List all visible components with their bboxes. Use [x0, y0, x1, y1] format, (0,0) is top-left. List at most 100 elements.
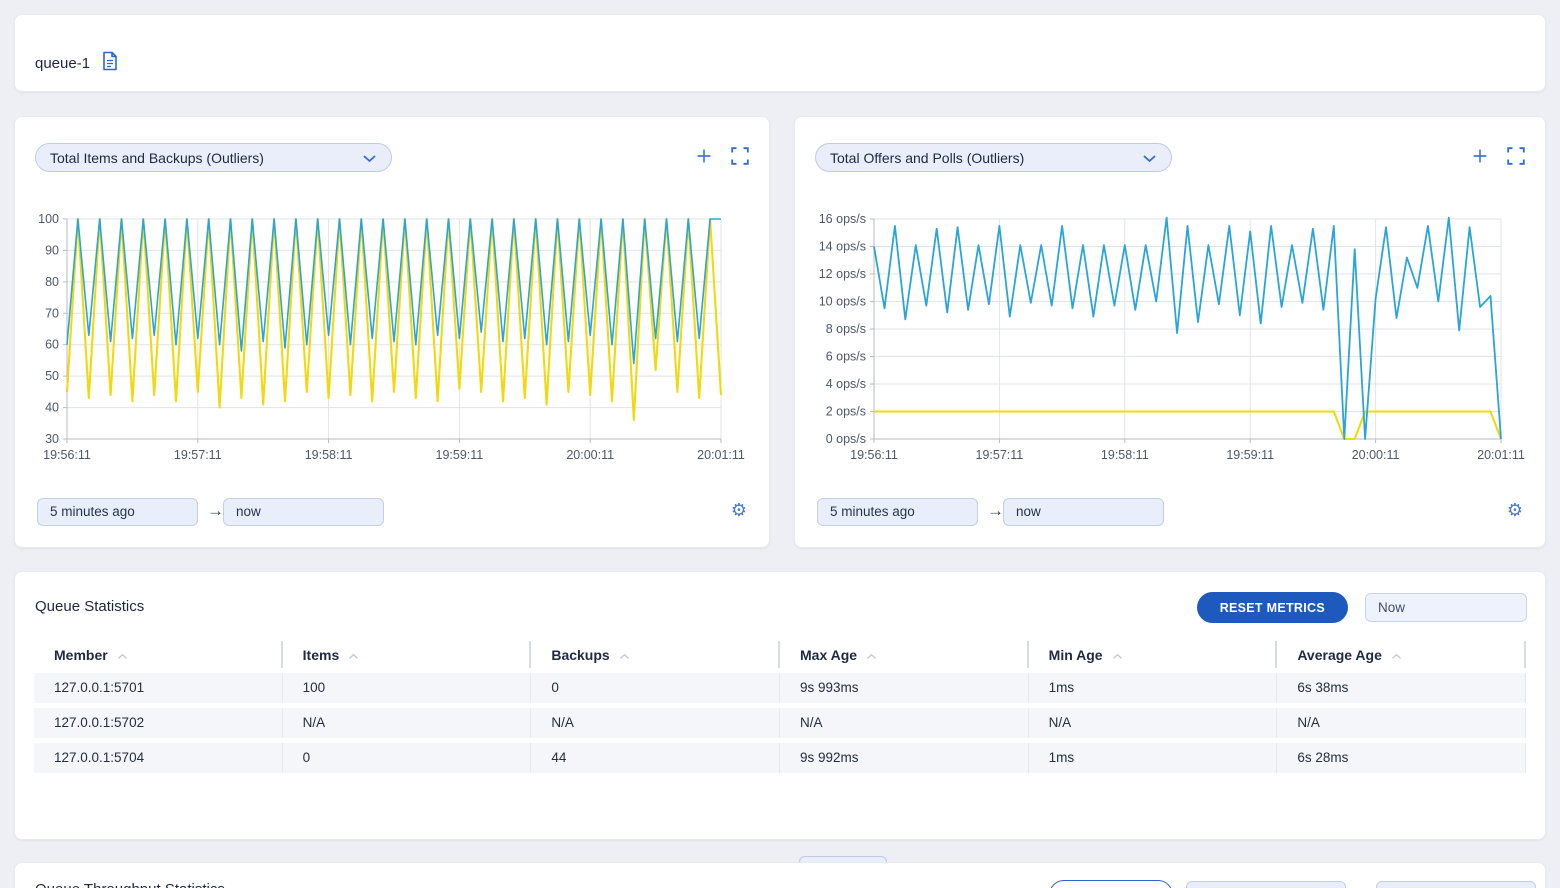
items-backups-chart-card: Total Items and Backups (Outliers) 100 90…	[14, 116, 770, 548]
arrow-right-icon: →	[1356, 883, 1373, 888]
chart-actions	[1472, 147, 1525, 170]
expand-icon[interactable]	[731, 147, 749, 170]
time-to-input[interactable]: now	[1003, 498, 1164, 526]
column-header-member[interactable]: Member	[34, 641, 283, 668]
expand-icon[interactable]	[1507, 147, 1525, 170]
add-chart-icon[interactable]	[696, 148, 712, 169]
metric-select-offers-polls[interactable]: Total Offers and Polls (Outliers)	[815, 143, 1172, 172]
svg-text:50: 50	[45, 369, 59, 383]
queue-name: queue-1	[35, 55, 90, 72]
cell-average-age: N/A	[1277, 708, 1526, 738]
metrics-time-input[interactable]: Now	[1365, 593, 1527, 622]
cell-min-age: 1ms	[1029, 743, 1278, 773]
reset-time-button[interactable]: RESET TIME	[1049, 880, 1173, 888]
metric-select-label: Total Items and Backups (Outliers)	[50, 150, 264, 166]
chart-actions	[696, 147, 749, 170]
add-chart-icon[interactable]	[1472, 148, 1488, 169]
sort-icon	[619, 647, 630, 663]
svg-text:19:57:11: 19:57:11	[976, 448, 1024, 462]
time-from-input[interactable]: the beginning	[1186, 881, 1346, 888]
svg-text:19:59:11: 19:59:11	[436, 448, 484, 462]
column-header-backups[interactable]: Backups	[531, 641, 780, 668]
metric-select-items-backups[interactable]: Total Items and Backups (Outliers)	[35, 143, 392, 172]
line-chart-offers-polls[interactable]: 16 ops/s14 ops/s12 ops/s10 ops/s8 ops/s6…	[809, 209, 1531, 473]
cell-backups: N/A	[531, 708, 780, 738]
time-range-row: 5 minutes ago → now ⚙	[37, 498, 747, 527]
page: queue-1 Total Items and Backups (Outlier…	[0, 0, 1560, 888]
column-header-items[interactable]: Items	[283, 641, 532, 668]
cell-member: 127.0.0.1:5704	[34, 743, 283, 773]
column-header-min-age[interactable]: Min Age	[1029, 641, 1278, 668]
title-card: queue-1	[14, 14, 1546, 92]
svg-text:30: 30	[45, 432, 59, 446]
arrow-right-icon: →	[987, 501, 1004, 521]
cell-items: 100	[283, 673, 532, 703]
svg-text:6 ops/s: 6 ops/s	[826, 350, 866, 364]
cell-items: N/A	[283, 708, 532, 738]
cell-member: 127.0.0.1:5702	[34, 708, 283, 738]
svg-text:0 ops/s: 0 ops/s	[826, 432, 866, 446]
svg-text:80: 80	[45, 275, 59, 289]
svg-text:90: 90	[45, 243, 59, 257]
column-header-average-age[interactable]: Average Age	[1277, 641, 1526, 668]
cell-member: 127.0.0.1:5701	[34, 673, 283, 703]
cell-max-age: N/A	[780, 708, 1029, 738]
svg-text:19:56:11: 19:56:11	[43, 448, 91, 462]
svg-text:20:00:11: 20:00:11	[1352, 448, 1400, 462]
svg-text:4 ops/s: 4 ops/s	[826, 377, 866, 391]
column-header-max-age[interactable]: Max Age	[780, 641, 1029, 668]
offers-polls-chart-card: Total Offers and Polls (Outliers) 16 ops…	[794, 116, 1546, 548]
svg-text:10 ops/s: 10 ops/s	[819, 295, 866, 309]
line-chart-items-backups[interactable]: 1009080706050403019:56:1119:57:1119:58:1…	[29, 209, 755, 473]
time-to-input[interactable]: now	[223, 498, 384, 526]
table-row[interactable]: 127.0.0.1:5704 0 44 9s 992ms 1ms 6s 28ms	[34, 743, 1526, 773]
reset-metrics-button[interactable]: RESET METRICS	[1197, 592, 1348, 623]
svg-text:2 ops/s: 2 ops/s	[826, 405, 866, 419]
svg-text:20:00:11: 20:00:11	[566, 448, 614, 462]
queue-statistics-card: Queue Statistics RESET METRICS Now Membe…	[14, 571, 1546, 840]
svg-text:40: 40	[45, 401, 59, 415]
svg-text:19:56:11: 19:56:11	[850, 448, 898, 462]
svg-text:20:01:11: 20:01:11	[697, 448, 745, 462]
section-title: Queue Throughput Statistics	[35, 881, 225, 888]
cell-backups: 0	[531, 673, 780, 703]
cell-items: 0	[283, 743, 532, 773]
time-range-row: 5 minutes ago → now ⚙	[817, 498, 1523, 527]
table-row[interactable]: 127.0.0.1:5702 N/A N/A N/A N/A N/A	[34, 708, 1526, 738]
cell-max-age: 9s 992ms	[780, 743, 1029, 773]
chevron-down-icon	[1143, 150, 1156, 166]
svg-text:19:58:11: 19:58:11	[305, 448, 353, 462]
gear-icon[interactable]: ⚙	[1507, 501, 1523, 521]
sort-icon	[348, 647, 359, 663]
cell-average-age: 6s 28ms	[1277, 743, 1526, 773]
table-row[interactable]: 127.0.0.1:5701 100 0 9s 993ms 1ms 6s 38m…	[34, 673, 1526, 703]
cell-backups: 44	[531, 743, 780, 773]
cell-min-age: N/A	[1029, 708, 1278, 738]
cell-max-age: 9s 993ms	[780, 673, 1029, 703]
queue-statistics-table: Member Items Backups Max Age Min Age	[34, 641, 1526, 773]
svg-text:19:58:11: 19:58:11	[1101, 448, 1149, 462]
queue-throughput-card: Queue Throughput Statistics RESET TIME t…	[14, 862, 1546, 888]
time-from-input[interactable]: 5 minutes ago	[817, 498, 978, 526]
svg-text:12 ops/s: 12 ops/s	[819, 267, 866, 281]
sort-icon	[1391, 647, 1402, 663]
table-header-row: Member Items Backups Max Age Min Age	[34, 641, 1526, 668]
time-to-input[interactable]: now	[1376, 881, 1536, 888]
gear-icon[interactable]: ⚙	[731, 501, 747, 521]
page-title: queue-1	[35, 51, 119, 75]
chevron-down-icon	[363, 150, 376, 166]
section-title: Queue Statistics	[35, 598, 144, 615]
arrow-right-icon: →	[207, 501, 224, 521]
time-from-input[interactable]: 5 minutes ago	[37, 498, 198, 526]
document-icon[interactable]	[101, 51, 119, 75]
svg-text:16 ops/s: 16 ops/s	[819, 212, 866, 226]
svg-text:19:59:11: 19:59:11	[1226, 448, 1274, 462]
sort-icon	[866, 647, 877, 663]
svg-text:60: 60	[45, 338, 59, 352]
cell-average-age: 6s 38ms	[1277, 673, 1526, 703]
metric-select-label: Total Offers and Polls (Outliers)	[830, 150, 1024, 166]
svg-text:100: 100	[38, 212, 59, 226]
svg-text:70: 70	[45, 306, 59, 320]
svg-text:20:01:11: 20:01:11	[1477, 448, 1525, 462]
svg-text:14 ops/s: 14 ops/s	[819, 240, 866, 254]
